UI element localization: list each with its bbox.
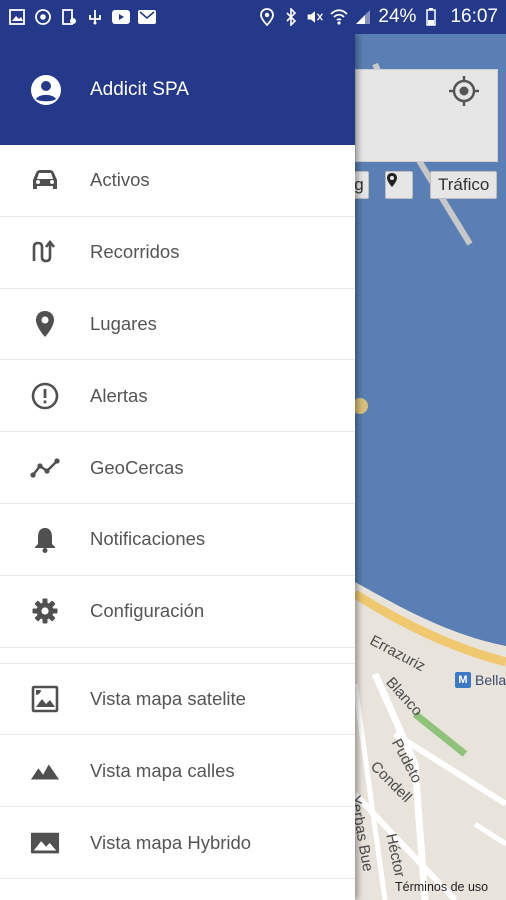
- place-pin-icon: [30, 309, 60, 339]
- satellite-image-icon: [30, 684, 60, 714]
- route-icon: [30, 237, 60, 267]
- menu-item-notificaciones[interactable]: Notificaciones: [0, 504, 355, 576]
- drawer-header: Addicit SPA: [0, 34, 355, 145]
- bluetooth-icon: [282, 8, 300, 26]
- menu-item-label: Activos: [90, 169, 150, 191]
- navigation-drawer: Addicit SPA Activos Recorridos Lugares A…: [0, 34, 355, 900]
- menu-item-vista-satelite[interactable]: Vista mapa satelite: [0, 664, 355, 736]
- timeline-icon: [30, 453, 60, 483]
- menu-item-geocercas[interactable]: GeoCercas: [0, 432, 355, 504]
- landscape-image-icon: [30, 828, 60, 858]
- system-icons: 24% 16:07: [258, 6, 498, 28]
- drawer-menu: Activos Recorridos Lugares Alertas GeoCe…: [0, 145, 355, 879]
- location-icon: [258, 8, 276, 26]
- terrain-icon: [30, 756, 60, 786]
- pin-icon: [387, 173, 397, 187]
- my-location-icon[interactable]: [447, 74, 487, 114]
- menu-item-lugares[interactable]: Lugares: [0, 289, 355, 361]
- mute-icon: [306, 9, 324, 25]
- places-toggle-chip[interactable]: [385, 171, 413, 199]
- traffic-toggle-chip[interactable]: Tráfico: [430, 171, 498, 199]
- bell-icon: [30, 524, 60, 554]
- terms-of-use-link[interactable]: Términos de uso: [395, 880, 488, 894]
- menu-item-label: Configuración: [90, 600, 205, 622]
- device-notification-icon: [60, 9, 78, 25]
- menu-item-label: Alertas: [90, 384, 148, 406]
- gear-icon: [30, 596, 60, 626]
- menu-item-label: Vista mapa calles: [90, 759, 235, 781]
- mail-notification-icon: [138, 9, 156, 25]
- youtube-notification-icon: [112, 9, 130, 25]
- metro-station-label: Bella: [475, 672, 506, 688]
- menu-item-alertas[interactable]: Alertas: [0, 360, 355, 433]
- battery-icon: [422, 8, 440, 26]
- menu-divider: [0, 648, 355, 664]
- status-bar: 24% 16:07: [0, 0, 506, 34]
- wifi-icon: [330, 9, 349, 25]
- menu-item-label: Lugares: [90, 312, 157, 334]
- menu-item-label: Recorridos: [90, 241, 180, 263]
- map-view[interactable]: g Tráfico Errazuriz Blanco Pudeto Condel…: [355, 34, 506, 900]
- chrome-notification-icon: [34, 9, 52, 25]
- metro-station: M Bella: [455, 672, 506, 688]
- clock: 16:07: [450, 6, 498, 27]
- menu-item-activos[interactable]: Activos: [0, 145, 355, 217]
- menu-item-vista-hybrido[interactable]: Vista mapa Hybrido: [0, 807, 355, 879]
- signal-icon: [354, 9, 372, 25]
- usb-notification-icon: [86, 9, 104, 25]
- account-name: Addicit SPA: [90, 78, 189, 100]
- menu-item-label: Vista mapa satelite: [90, 687, 246, 709]
- gallery-notification-icon: [8, 9, 26, 25]
- menu-item-label: Notificaciones: [90, 528, 206, 550]
- menu-item-configuracion[interactable]: Configuración: [0, 576, 355, 648]
- menu-item-label: Vista mapa Hybrido: [90, 831, 252, 853]
- alert-circle-icon: [30, 381, 60, 411]
- menu-item-recorridos[interactable]: Recorridos: [0, 217, 355, 289]
- satellite-toggle-chip[interactable]: g: [355, 171, 369, 199]
- menu-item-label: GeoCercas: [90, 456, 184, 478]
- account-circle-icon: [30, 74, 62, 106]
- menu-item-vista-calles[interactable]: Vista mapa calles: [0, 735, 355, 808]
- notification-icons: [8, 9, 156, 25]
- battery-percent: 24%: [378, 6, 417, 27]
- car-icon: [30, 165, 60, 195]
- metro-icon: M: [455, 672, 471, 688]
